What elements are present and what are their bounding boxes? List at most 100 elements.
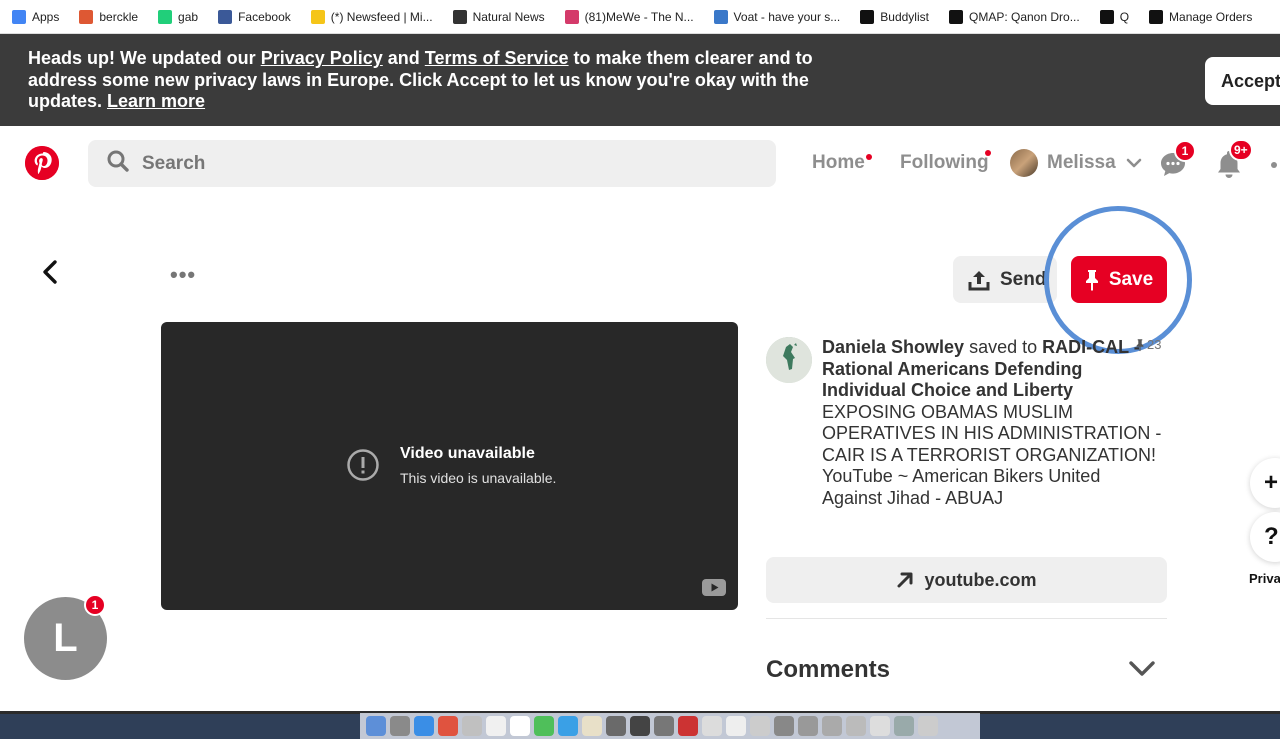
gab-icon (158, 9, 173, 24)
dock-app-icon[interactable] (798, 716, 818, 736)
dock-app-icon[interactable] (462, 716, 482, 736)
dock-app-icon[interactable] (486, 716, 506, 736)
dock-app-icon[interactable] (726, 716, 746, 736)
pinterest-logo-icon[interactable] (25, 146, 59, 180)
pushpin-icon (1136, 338, 1144, 352)
pin-description: EXPOSING OBAMAS MUSLIM OPERATIVES IN HIS… (822, 401, 1162, 508)
dock-app-icon[interactable] (702, 716, 722, 736)
dock-app-icon[interactable] (678, 716, 698, 736)
dock-app-icon[interactable] (846, 716, 866, 736)
bookmark-label: Facebook (238, 9, 291, 24)
buddylist-icon (860, 9, 875, 24)
dock-app-icon[interactable] (510, 716, 530, 736)
mewe-icon (564, 9, 579, 24)
dock-app-icon[interactable] (630, 716, 650, 736)
search-input[interactable] (142, 152, 702, 175)
terms-of-service-link[interactable]: Terms of Service (425, 48, 569, 68)
dock-app-icon[interactable] (534, 716, 554, 736)
user-name: Melissa (1047, 152, 1116, 173)
dock-app-icon[interactable] (366, 716, 386, 736)
pinner-name-link[interactable]: Daniela Showley (822, 337, 964, 357)
apps-grid-icon (12, 9, 26, 24)
dock-app-icon[interactable] (870, 716, 890, 736)
dock-app-icon[interactable] (606, 716, 626, 736)
bookmark-item[interactable]: Buddylist (860, 9, 929, 24)
following-unread-dot (985, 150, 991, 156)
bookmark-label: Q (1119, 9, 1130, 24)
lightbulb-icon (310, 9, 325, 24)
bookmark-label: Apps (32, 9, 60, 24)
banner-message: Heads up! We updated our Privacy Policy … (28, 48, 868, 113)
bookmark-item[interactable]: (*) Newsfeed | Mi... (310, 9, 433, 24)
pinner-avatar[interactable] (766, 337, 812, 383)
share-upload-icon (968, 269, 990, 291)
bookmark-item[interactable]: Manage Orders (1149, 9, 1253, 24)
bookmark-item[interactable]: Q (1099, 9, 1130, 24)
bookmark-item[interactable]: QMAP: Qanon Dro... (948, 9, 1080, 24)
create-plus-button[interactable]: + (1250, 458, 1280, 508)
duckduckgo-icon (79, 9, 94, 24)
video-player[interactable]: Video unavailable This video is unavaila… (161, 322, 738, 610)
accept-button[interactable]: Accept (1205, 57, 1280, 105)
help-button[interactable]: ? (1250, 512, 1280, 562)
chevron-down-icon (1126, 158, 1142, 168)
bookmark-label: Buddylist (880, 9, 929, 24)
source-link-label: youtube.com (924, 569, 1037, 590)
save-count-value: 23 (1147, 337, 1162, 352)
avatar (1010, 149, 1038, 177)
bookmark-label: Manage Orders (1169, 9, 1253, 24)
source-link-button[interactable]: youtube.com (766, 557, 1167, 603)
bookmark-label: Natural News (472, 9, 545, 24)
dock-app-icon[interactable] (558, 716, 578, 736)
comments-heading[interactable]: Comments (766, 656, 890, 684)
save-count: 23 (1136, 337, 1161, 352)
bookmark-label: (*) Newsfeed | Mi... (330, 9, 433, 24)
bookmark-item[interactable]: Natural News (452, 9, 545, 24)
bookmark-item[interactable]: (81)MeWe - The N... (564, 9, 694, 24)
bookmark-item[interactable]: berckle (79, 9, 138, 24)
send-button[interactable]: Send (953, 256, 1057, 303)
privacy-banner: Heads up! We updated our Privacy Policy … (0, 34, 1280, 126)
dock-app-icon[interactable] (582, 716, 602, 736)
dock-app-icon[interactable] (918, 716, 938, 736)
dock-app-icon[interactable] (750, 716, 770, 736)
video-unavailable-subtitle: This video is unavailable. (400, 470, 557, 486)
dock-app-icon[interactable] (894, 716, 914, 736)
back-button[interactable] (34, 256, 66, 288)
notifications-badge: 9+ (1229, 139, 1253, 161)
privacy-link[interactable]: Privacy (1249, 571, 1280, 586)
bookmark-label: gab (178, 9, 199, 24)
banner-text-1: Heads up! We updated our (28, 48, 261, 68)
dock-app-icon[interactable] (414, 716, 434, 736)
bookmark-item[interactable]: gab (158, 9, 199, 24)
search-bar[interactable] (88, 140, 776, 187)
youtube-logo-icon[interactable] (702, 579, 726, 596)
nav-user-profile[interactable]: Melissa (1010, 149, 1142, 177)
bookmark-item[interactable]: Facebook (218, 9, 291, 24)
chevron-left-icon (41, 259, 59, 285)
bookmark-label: QMAP: Qanon Dro... (968, 9, 1080, 24)
learn-more-link[interactable]: Learn more (107, 91, 205, 111)
alert-circle-icon (346, 448, 380, 482)
more-options-dot-icon[interactable] (1271, 162, 1277, 168)
natural-news-icon (452, 9, 467, 24)
bookmarks-bar: Apps berckle gab Facebook (*) Newsfeed | Mi.… (0, 0, 1280, 34)
qmap-icon (948, 9, 963, 24)
dock-app-icon[interactable] (774, 716, 794, 736)
privacy-policy-link[interactable]: Privacy Policy (261, 48, 383, 68)
nav-home[interactable]: Home (812, 152, 865, 174)
arrow-up-right-icon (896, 571, 914, 589)
nav-following[interactable]: Following (900, 152, 989, 174)
dock-app-icon[interactable] (822, 716, 842, 736)
facebook-icon (218, 9, 233, 24)
user-notification-badge: 1 (84, 594, 106, 616)
dock-app-icon[interactable] (390, 716, 410, 736)
bookmark-item[interactable]: Apps (12, 9, 60, 24)
highlight-ring (1044, 206, 1192, 354)
bookmark-label: (81)MeWe - The N... (584, 9, 694, 24)
bookmark-item[interactable]: Voat - have your s... (713, 9, 840, 24)
dock-app-icon[interactable] (438, 716, 458, 736)
dock-app-icon[interactable] (654, 716, 674, 736)
more-options-button[interactable]: ••• (170, 264, 196, 286)
chevron-down-icon[interactable] (1128, 658, 1156, 680)
